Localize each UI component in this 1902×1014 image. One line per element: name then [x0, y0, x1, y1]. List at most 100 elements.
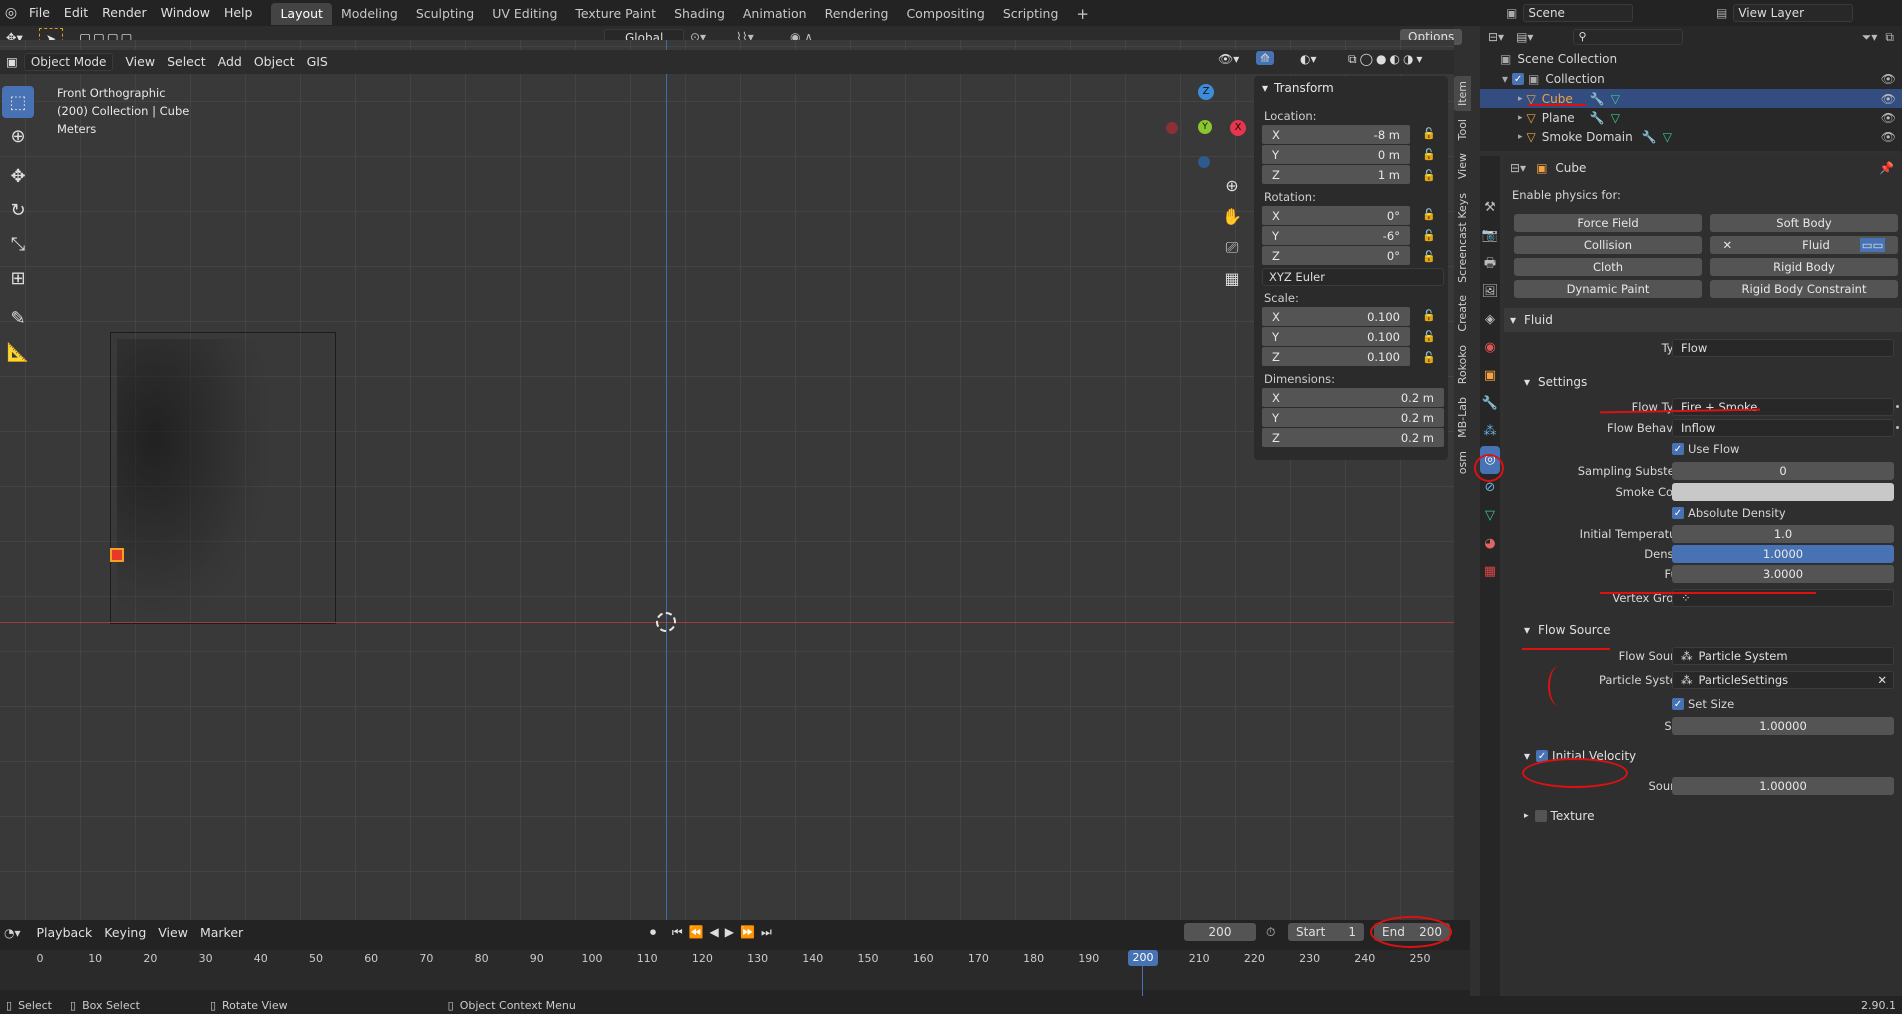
size-field[interactable]: 1.00000: [1672, 717, 1894, 735]
scale-tool-icon[interactable]: ⤡: [2, 228, 34, 260]
gizmo-z[interactable]: Z: [1198, 84, 1214, 100]
lock-icon[interactable]: 🔓: [1422, 250, 1436, 263]
expand-arrow-icon[interactable]: ▾: [1502, 72, 1508, 86]
menu-edit[interactable]: Edit: [57, 0, 95, 26]
cloth-button[interactable]: Cloth: [1514, 258, 1702, 276]
editor-type-icon[interactable]: ⊟▾: [1510, 161, 1526, 175]
collection-checkbox[interactable]: ✓: [1512, 73, 1525, 85]
scene-collection-row[interactable]: ▣ Scene Collection: [1480, 49, 1902, 69]
scene-name[interactable]: Scene: [1523, 4, 1634, 22]
dimensions-z-field[interactable]: Z 0.2 m: [1262, 428, 1444, 447]
dynamic-paint-button[interactable]: Dynamic Paint: [1514, 280, 1702, 298]
set-size-checkbox[interactable]: ✓: [1672, 698, 1684, 710]
new-collection-icon[interactable]: ⧉: [1885, 30, 1894, 45]
3d-viewport[interactable]: Front Orthographic (200) Collection | Cu…: [0, 40, 1454, 920]
tab-rendering[interactable]: Rendering: [816, 3, 898, 25]
sampling-substeps-field[interactable]: 0: [1672, 462, 1894, 480]
move-tool-icon[interactable]: ✥: [2, 160, 34, 192]
lock-icon[interactable]: 🔓: [1422, 127, 1436, 140]
navigation-gizmo[interactable]: Z Y X: [1160, 80, 1250, 170]
soft-body-button[interactable]: Soft Body: [1710, 214, 1898, 232]
lock-icon[interactable]: 🔓: [1422, 330, 1436, 343]
tab-rokoko[interactable]: Rokoko: [1454, 339, 1471, 390]
gizmo-y[interactable]: Y: [1198, 120, 1212, 134]
location-z-field[interactable]: Z 1 m: [1262, 165, 1410, 184]
menu-playback[interactable]: Playback: [31, 923, 99, 943]
collection-row[interactable]: ▾ ✓ ▣ Collection 👁: [1480, 69, 1902, 89]
smoke-color-swatch[interactable]: [1672, 483, 1894, 501]
editor-type-icon[interactable]: ◔▾: [4, 926, 21, 940]
3d-cursor-icon[interactable]: [656, 612, 676, 632]
editor-type-icon[interactable]: ⊟▾: [1488, 30, 1504, 44]
menu-window[interactable]: Window: [154, 0, 217, 26]
modifier-wrench-icon[interactable]: 🔧: [1590, 92, 1605, 106]
flow-source-dropdown[interactable]: ⁂ Particle System: [1672, 647, 1894, 665]
texture-tab-icon[interactable]: ▦: [1480, 558, 1500, 586]
location-y-field[interactable]: Y 0 m: [1262, 145, 1410, 164]
rotation-z-field[interactable]: Z 0°: [1262, 246, 1410, 265]
eye-icon[interactable]: 👁: [1881, 111, 1896, 125]
source-field[interactable]: 1.00000: [1672, 777, 1894, 795]
location-x-field[interactable]: X -8 m: [1262, 125, 1410, 144]
particle-system-field[interactable]: ⁂ ParticleSettings ✕: [1672, 671, 1894, 689]
view-layer-name[interactable]: View Layer: [1733, 4, 1854, 22]
expand-arrow-icon[interactable]: ▸: [1518, 94, 1523, 104]
tool-tab-icon[interactable]: ⚒: [1480, 194, 1500, 222]
scale-x-field[interactable]: X 0.100: [1262, 307, 1410, 326]
lock-icon[interactable]: 🔓: [1422, 351, 1436, 364]
type-dropdown[interactable]: Flow: [1672, 339, 1894, 357]
use-flow-row[interactable]: ✓ Use Flow: [1504, 439, 1902, 459]
flow-type-dropdown[interactable]: Fire + Smoke: [1672, 398, 1894, 416]
rigid-body-button[interactable]: Rigid Body: [1710, 258, 1898, 276]
scale-y-field[interactable]: Y 0.100: [1262, 327, 1410, 346]
dimensions-x-field[interactable]: X 0.2 m: [1262, 388, 1444, 407]
pin-icon[interactable]: 📌: [1879, 161, 1894, 175]
collision-button[interactable]: Collision: [1514, 236, 1702, 254]
settings-panel-header[interactable]: ▾ Settings: [1504, 370, 1902, 394]
overlay-toggle-icon[interactable]: ◐▾: [1300, 52, 1317, 66]
force-field-button[interactable]: Force Field: [1514, 214, 1702, 232]
scene-tab-icon[interactable]: ◈: [1480, 306, 1500, 334]
flow-source-panel-header[interactable]: ▾ Flow Source: [1504, 618, 1902, 642]
transform-tool-icon[interactable]: ⊞: [2, 262, 34, 294]
rotation-y-field[interactable]: Y -6°: [1262, 226, 1410, 245]
eye-icon[interactable]: 👁: [1881, 130, 1896, 144]
gizmo-x[interactable]: X: [1230, 120, 1246, 136]
data-tab-icon[interactable]: ▽: [1480, 502, 1500, 530]
flow-behavior-dropdown[interactable]: Inflow: [1672, 419, 1894, 437]
rigid-body-constraint-button[interactable]: Rigid Body Constraint: [1710, 280, 1898, 298]
zoom-icon[interactable]: ⊕: [1220, 170, 1244, 201]
tab-modeling[interactable]: Modeling: [332, 3, 407, 25]
expand-arrow-icon[interactable]: ▸: [1518, 113, 1523, 123]
tab-layout[interactable]: Layout: [271, 3, 332, 25]
menu-render[interactable]: Render: [95, 0, 154, 26]
eye-icon[interactable]: 👁: [1881, 72, 1896, 86]
scene-selector[interactable]: ▣ Scene: [1506, 3, 1686, 23]
menu-select[interactable]: Select: [161, 52, 212, 72]
shading-mode-icons[interactable]: ⧉◯●◐◑▾: [1348, 52, 1425, 67]
material-tab-icon[interactable]: ◕: [1480, 530, 1500, 558]
modifier-wrench-icon[interactable]: 🔧: [1590, 111, 1605, 125]
tab-compositing[interactable]: Compositing: [897, 3, 993, 25]
tab-tool[interactable]: Tool: [1454, 114, 1471, 146]
measure-tool-icon[interactable]: 📐: [2, 336, 34, 368]
menu-view[interactable]: View: [152, 923, 194, 943]
cube-object[interactable]: [110, 548, 124, 562]
particles-tab-icon[interactable]: ⁂: [1480, 418, 1500, 446]
eye-icon[interactable]: 👁: [1881, 92, 1896, 106]
modifier-tab-icon[interactable]: 🔧: [1480, 390, 1500, 418]
outliner-item-plane[interactable]: ▸ ▽ Plane 🔧 ▽ 👁: [1480, 108, 1902, 127]
expand-arrow-icon[interactable]: ▸: [1518, 132, 1523, 142]
select-box-icon[interactable]: ⬚: [2, 86, 34, 118]
view-layer-selector[interactable]: ▤ View Layer: [1716, 3, 1900, 23]
playhead-frame[interactable]: 200: [1128, 950, 1158, 966]
rotation-mode-dropdown[interactable]: XYZ Euler: [1262, 268, 1444, 286]
initial-temperature-field[interactable]: 1.0: [1672, 525, 1894, 543]
lock-icon[interactable]: 🔓: [1422, 229, 1436, 242]
add-workspace-icon[interactable]: +: [1067, 3, 1098, 25]
world-tab-icon[interactable]: ◉: [1480, 334, 1500, 362]
tab-mb-lab[interactable]: MB-Lab: [1454, 392, 1471, 444]
tab-screencast-keys[interactable]: Screencast Keys: [1454, 187, 1471, 288]
outliner-item-smoke-domain[interactable]: ▸ ▽ Smoke Domain 🔧 ▽ 👁: [1480, 127, 1902, 146]
gizmo-neg-x[interactable]: [1166, 122, 1178, 134]
